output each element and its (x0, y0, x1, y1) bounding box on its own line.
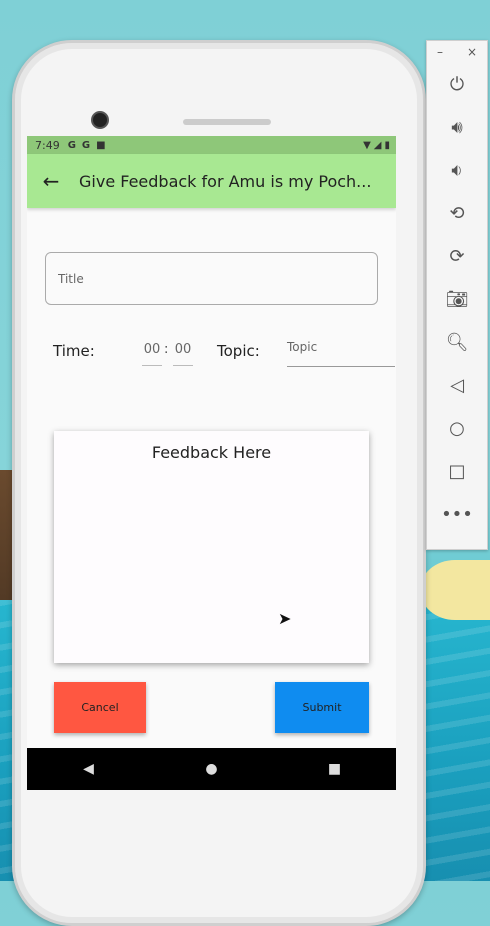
title-field[interactable] (45, 252, 378, 305)
rotate-right-button[interactable]: ⟳ (427, 235, 487, 278)
back-button[interactable]: ← (27, 169, 75, 193)
emulator-toolbar: – × ⏻ 🔊︎ 🔉︎ ⟲ ⟳ 📷︎ 🔍︎ ◁ ○ □ ••• (426, 40, 488, 550)
topic-input[interactable]: Topic (287, 340, 395, 367)
navigation-bar: ◀ ● ■ (27, 748, 396, 790)
volume-up-icon: 🔊︎ (451, 117, 463, 138)
time-label: Time: (53, 342, 95, 360)
title-input[interactable] (56, 253, 360, 304)
notification-icons: G G ■ (68, 140, 106, 151)
close-button[interactable]: × (467, 45, 477, 59)
submit-button[interactable]: Submit (275, 682, 369, 733)
power-button[interactable]: ⏻ (427, 63, 487, 106)
more-button[interactable]: ••• (427, 493, 487, 536)
camera-icon: 📷︎ (445, 289, 469, 310)
time-separator: : (164, 342, 169, 357)
signal-icon: ◢ (373, 139, 382, 151)
front-camera (91, 111, 109, 129)
status-time: 7:49 (35, 138, 60, 152)
google-play-icon: G (81, 139, 91, 151)
back-icon: ◁ (450, 375, 464, 396)
toolbar-window-controls: – × (427, 41, 487, 63)
volume-down-button[interactable]: 🔉︎ (427, 149, 487, 192)
topic-label: Topic: (217, 342, 260, 360)
nav-back-icon[interactable]: ◀ (69, 761, 109, 777)
volume-down-icon: 🔉︎ (451, 160, 463, 181)
app-bar: ← Give Feedback for Amu is my Poch... (27, 154, 396, 208)
feedback-placeholder: Feedback Here (151, 443, 272, 462)
status-bar: 7:49 G G ■ ▼ ◢ ▮ (27, 136, 396, 154)
back-button-toolbar[interactable]: ◁ (427, 364, 487, 407)
rotate-left-button[interactable]: ⟲ (427, 192, 487, 235)
volume-up-button[interactable]: 🔊︎ (427, 106, 487, 149)
google-icon: G (67, 139, 76, 151)
earpiece-speaker (183, 119, 271, 125)
rotate-left-icon: ⟲ (449, 203, 465, 224)
nav-home-icon[interactable]: ● (192, 761, 232, 777)
zoom-icon: 🔍︎ (445, 332, 469, 353)
home-button-toolbar[interactable]: ○ (427, 407, 487, 450)
system-status-icons: ▼ ◢ ▮ (363, 140, 390, 151)
more-icon: ••• (441, 504, 473, 525)
cancel-button[interactable]: Cancel (54, 682, 146, 733)
desktop-background-sun (420, 560, 490, 620)
feedback-textarea[interactable]: Feedback Here ➤ (54, 431, 369, 663)
hour-field[interactable]: 00 (142, 342, 162, 366)
rotate-right-icon: ⟳ (449, 246, 465, 267)
power-icon: ⏻ (449, 74, 465, 95)
minute-field[interactable]: 00 (173, 342, 193, 366)
phone-screen: 7:49 G G ■ ▼ ◢ ▮ ← Give Feedback for Amu… (27, 136, 396, 790)
nav-recents-icon[interactable]: ■ (315, 761, 355, 777)
overview-button[interactable]: □ (427, 450, 487, 493)
mouse-pointer-icon: ➤ (278, 609, 292, 628)
screenshot-button[interactable]: 📷︎ (427, 278, 487, 321)
wifi-icon: ▼ (363, 139, 371, 151)
time-topic-row: Time: 00 : 00 Topic: Topic (53, 340, 395, 376)
arrow-back-icon: ← (42, 169, 60, 193)
home-icon: ○ (449, 418, 465, 439)
battery-icon: ▮ (384, 139, 390, 151)
sd-card-icon: ■ (96, 139, 106, 151)
minimize-button[interactable]: – (437, 45, 443, 59)
zoom-button[interactable]: 🔍︎ (427, 321, 487, 364)
overview-icon: □ (448, 461, 466, 482)
page-title: Give Feedback for Amu is my Poch... (79, 171, 372, 191)
